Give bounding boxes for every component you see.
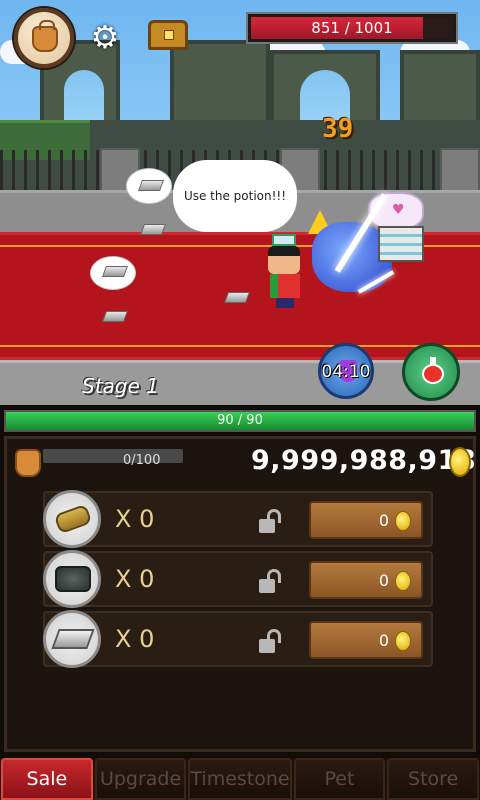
inventory-panel: 0/100 9,999,988,918 X 0 0 X 0 0 X 0 0 xyxy=(4,436,476,752)
boss-books xyxy=(378,226,424,262)
backpack-icon xyxy=(32,20,58,52)
sell-button[interactable]: 0 xyxy=(309,621,423,659)
lock-body xyxy=(259,519,275,533)
player-hp-text: 90 / 90 xyxy=(217,413,263,428)
hero-character xyxy=(262,234,308,310)
sell-value: 0 xyxy=(378,571,389,590)
player-hp-bar: 90 / 90 xyxy=(4,410,476,432)
item-row-iron: X 0 0 xyxy=(43,610,433,668)
stone-arch xyxy=(170,40,270,130)
gold-coin-icon xyxy=(395,631,411,651)
item-row-coal: X 0 0 xyxy=(43,550,433,608)
item-row-wood: X 0 0 xyxy=(43,490,433,548)
item-count: X 0 xyxy=(115,625,155,653)
boss-hp-bar: 851 / 1001 xyxy=(248,14,456,42)
speech-bubble: Use the potion!!! xyxy=(173,160,297,232)
boss-monster[interactable] xyxy=(306,186,436,306)
treasure-chest-icon[interactable] xyxy=(148,20,188,50)
sell-value: 0 xyxy=(378,511,389,530)
hero-legs xyxy=(276,298,294,308)
item-icon-frame xyxy=(43,490,101,548)
gold-coin-icon xyxy=(449,447,471,477)
sell-button[interactable]: 0 xyxy=(309,561,423,599)
hero-body xyxy=(270,274,300,298)
iron-ore-drop[interactable] xyxy=(223,292,251,303)
item-count: X 0 xyxy=(115,505,155,533)
timer-text: 04:10 xyxy=(321,362,371,382)
capacity-text: 0/100 xyxy=(123,453,161,468)
gold-coin-icon xyxy=(395,571,411,591)
lock-icon[interactable] xyxy=(259,569,281,593)
stage-label: Stage 1 xyxy=(82,374,159,398)
boss-hp-text: 851 / 1001 xyxy=(311,19,393,37)
coal-ore-icon xyxy=(55,566,91,592)
gold-amount: 9,999,988,918 xyxy=(251,445,477,476)
potion-button[interactable] xyxy=(402,343,460,401)
tab-sale[interactable]: Sale xyxy=(1,758,93,800)
damage-number: 39 xyxy=(322,114,354,144)
tab-upgrade[interactable]: Upgrade xyxy=(94,758,187,800)
lock-body xyxy=(259,639,275,653)
hero-crown xyxy=(272,234,296,246)
timestone-timer-button[interactable]: 04:10 xyxy=(318,343,374,399)
capacity-bar xyxy=(43,449,183,463)
gear-icon[interactable]: ⚙ xyxy=(88,20,122,54)
item-icon-frame xyxy=(43,550,101,608)
gold-coin-icon xyxy=(395,511,411,531)
lock-body xyxy=(259,579,275,593)
sell-button[interactable]: 0 xyxy=(309,501,423,539)
bottom-tab-bar: Sale Upgrade Timestone Pet Store xyxy=(0,758,480,800)
tab-timestone[interactable]: Timestone xyxy=(188,758,292,800)
iron-ingot-icon xyxy=(51,629,95,649)
item-icon-frame xyxy=(43,610,101,668)
iron-ore-drop[interactable] xyxy=(101,266,129,277)
tab-store[interactable]: Store xyxy=(387,758,480,800)
wood-log-icon xyxy=(53,503,93,535)
lock-icon[interactable] xyxy=(259,509,281,533)
backpack-icon xyxy=(15,449,41,477)
tab-pet[interactable]: Pet xyxy=(293,758,386,800)
backpack-button[interactable] xyxy=(14,8,74,68)
red-potion-icon xyxy=(422,357,444,384)
lock-icon[interactable] xyxy=(259,629,281,653)
sell-value: 0 xyxy=(378,631,389,650)
battle-scene[interactable]: ⚙ 851 / 1001 39 Use the potion!!! Stage … xyxy=(0,0,480,405)
iron-ore-drop[interactable] xyxy=(139,224,167,235)
stone-arch xyxy=(400,50,480,130)
item-count: X 0 xyxy=(115,565,155,593)
iron-ore-drop[interactable] xyxy=(137,180,165,191)
hero-head xyxy=(268,246,300,274)
iron-ore-drop[interactable] xyxy=(101,311,129,322)
carpet-trim xyxy=(0,345,480,347)
